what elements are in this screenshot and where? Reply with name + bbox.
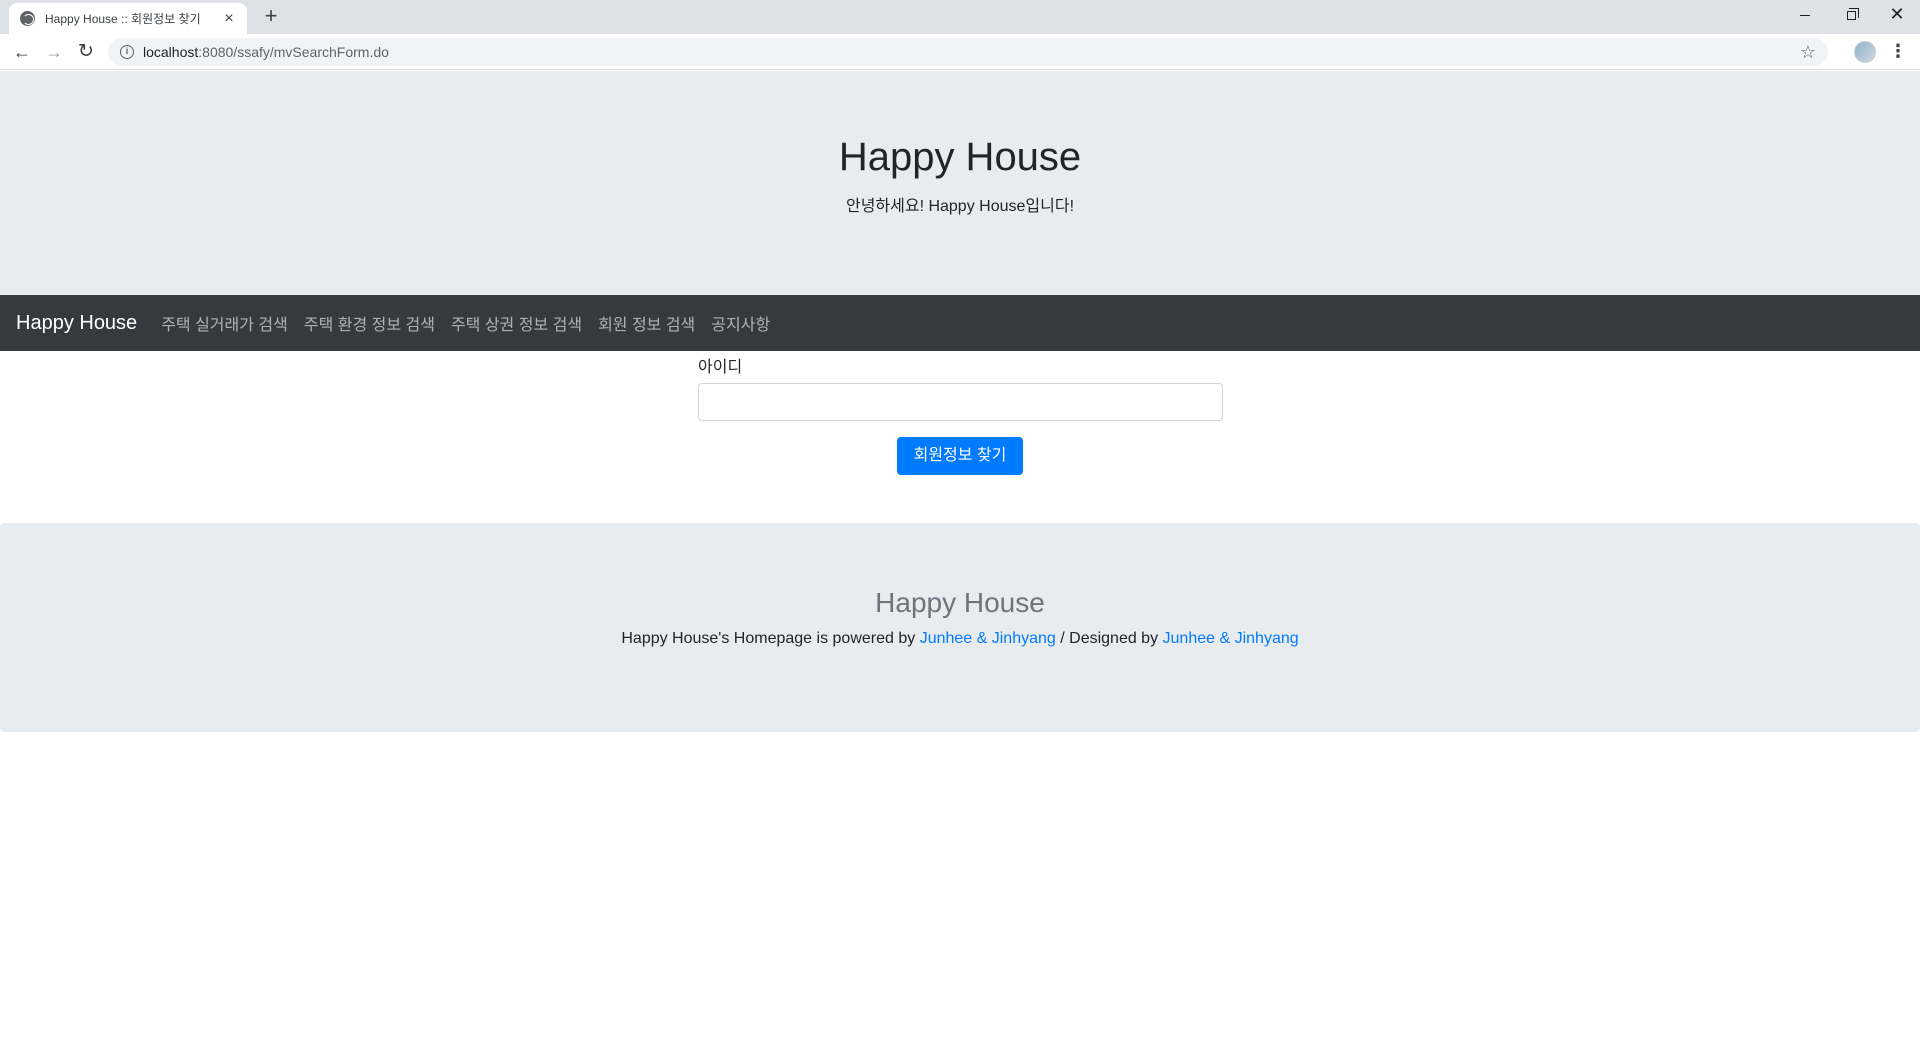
page-content: Happy House 안녕하세요! Happy House입니다! Happy… [0, 71, 1920, 1042]
nav-item-commercial-search[interactable]: 주택 상권 정보 검색 [451, 311, 582, 335]
browser-tab-bar: Happy House :: 회원정보 찾기 × + ✕ [0, 0, 1920, 34]
close-tab-icon[interactable]: × [221, 10, 237, 27]
reload-icon[interactable]: ↻ [74, 40, 98, 64]
back-arrow-icon[interactable]: ← [10, 40, 34, 64]
nav-item-member-search[interactable]: 회원 정보 검색 [598, 311, 695, 335]
forward-arrow-icon[interactable]: → [42, 40, 66, 64]
profile-avatar[interactable] [1854, 41, 1876, 63]
designed-by-link[interactable]: Junhee & Jinhyang [1163, 630, 1299, 647]
footer-text-middle: / Designed by [1055, 630, 1163, 647]
navbar-brand[interactable]: Happy House [16, 312, 137, 335]
globe-icon [20, 11, 35, 26]
id-label: 아이디 [698, 359, 743, 376]
footer-text-prefix: Happy House's Homepage is powered by [621, 630, 920, 647]
restore-window-button[interactable] [1828, 0, 1874, 30]
footer-title: Happy House [875, 587, 1045, 618]
close-window-button[interactable]: ✕ [1874, 0, 1920, 30]
url-path: :8080/ssafy/mvSearchForm.do [198, 44, 389, 60]
page-subtitle: 안녕하세요! Happy House입니다! [845, 198, 1075, 215]
url-text[interactable]: localhost:8080/ssafy/mvSearchForm.do [143, 44, 389, 60]
new-tab-button[interactable]: + [260, 5, 282, 28]
find-member-button[interactable]: 회원정보 찾기 [897, 437, 1023, 475]
page-footer: Happy House Happy House's Homepage is po… [0, 523, 1920, 732]
nav-item-real-price-search[interactable]: 주택 실거래가 검색 [161, 311, 288, 335]
minimize-window-button[interactable] [1782, 0, 1828, 30]
url-host: localhost [143, 44, 199, 60]
id-input[interactable] [698, 383, 1223, 421]
browser-tab[interactable]: Happy House :: 회원정보 찾기 × [9, 3, 247, 34]
jumbotron-header: Happy House 안녕하세요! Happy House입니다! [0, 71, 1920, 296]
nav-item-notice[interactable]: 공지사항 [711, 311, 770, 335]
browser-toolbar: ← → ↻ i localhost:8080/ssafy/mvSearchFor… [0, 34, 1920, 70]
tab-title: Happy House :: 회원정보 찾기 [45, 12, 201, 26]
bookmark-star-icon[interactable]: ☆ [1800, 42, 1816, 62]
powered-by-link[interactable]: Junhee & Jinhyang [920, 630, 1056, 647]
footer-credits: Happy House's Homepage is powered by Jun… [0, 630, 1920, 648]
more-menu-icon[interactable]: ⋮ [1888, 40, 1908, 64]
page-title: Happy House [838, 135, 1082, 179]
nav-item-environment-search[interactable]: 주택 환경 정보 검색 [304, 311, 435, 335]
address-bar[interactable]: i localhost:8080/ssafy/mvSearchForm.do ☆ [108, 38, 1828, 66]
info-icon[interactable]: i [120, 45, 134, 59]
main-navbar: Happy House 주택 실거래가 검색 주택 환경 정보 검색 주택 상권… [0, 295, 1920, 351]
